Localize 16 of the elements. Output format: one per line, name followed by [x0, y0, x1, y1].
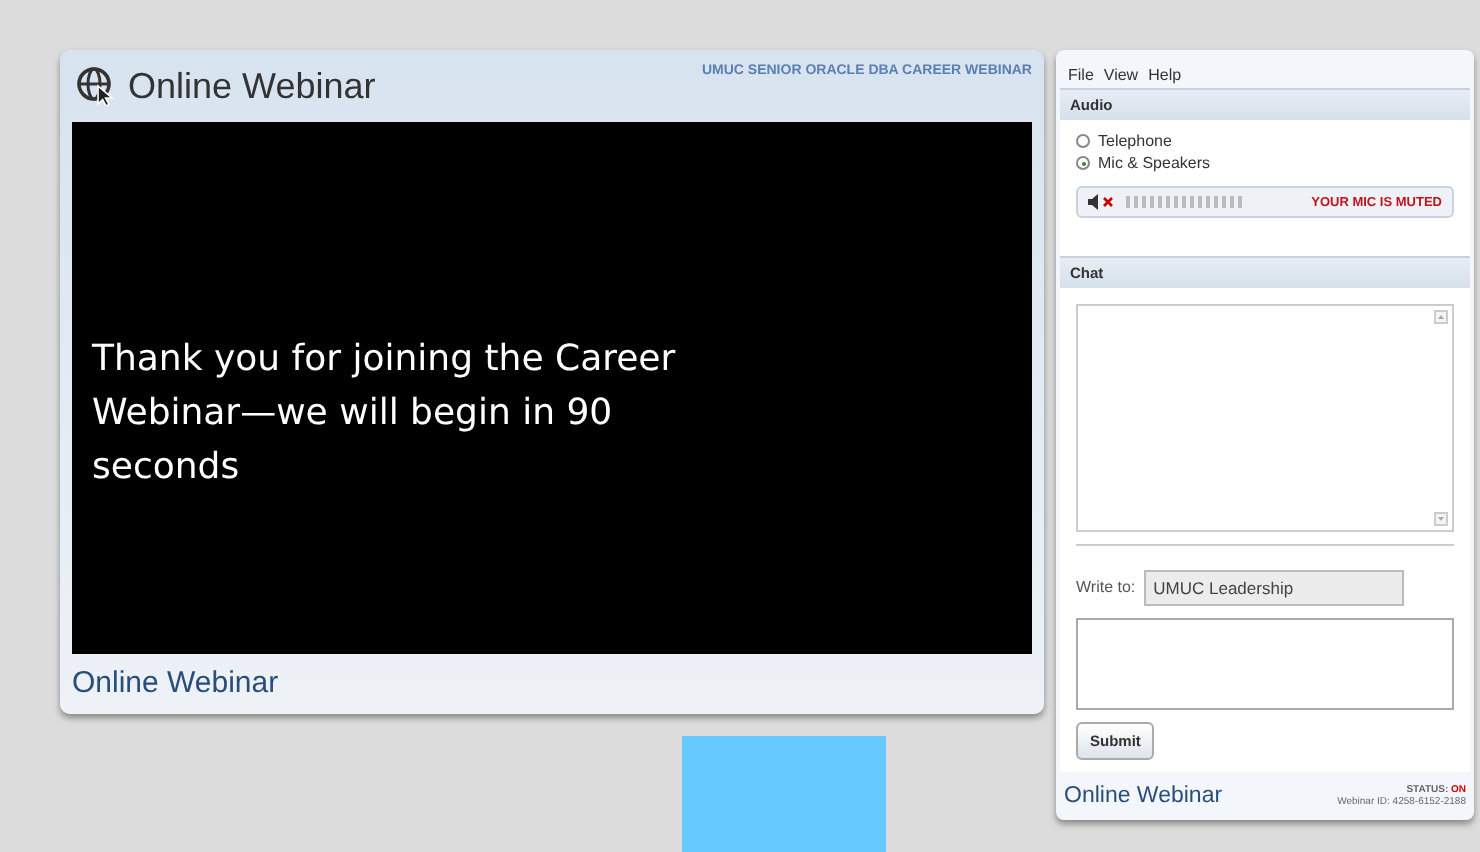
menu-item[interactable]: View: [1103, 66, 1139, 84]
scroll-up-icon[interactable]: [1434, 309, 1448, 324]
message-input[interactable]: [1076, 617, 1454, 710]
globe-cursor-icon: [76, 66, 116, 106]
scroll-down-icon[interactable]: [1434, 511, 1448, 526]
brand-label: Online Webinar: [72, 666, 279, 701]
menu-item[interactable]: File: [1068, 66, 1094, 84]
field-label: Write to:: [1076, 578, 1136, 597]
radio-option[interactable]: Mic & Speakers: [1076, 154, 1454, 172]
level-meter-icon: [1126, 196, 1246, 208]
brand-label: Online Webinar: [1064, 783, 1223, 808]
welcome-message: Thank you for joining the Career Webinar—we will begin in 90 seconds: [92, 336, 678, 492]
radio-option[interactable]: Telephone: [1076, 132, 1454, 150]
menu-item[interactable]: Help: [1148, 66, 1182, 84]
recipient-field[interactable]: UMUC Leadership: [1143, 569, 1404, 606]
window-title: Online Webinar: [128, 65, 376, 107]
